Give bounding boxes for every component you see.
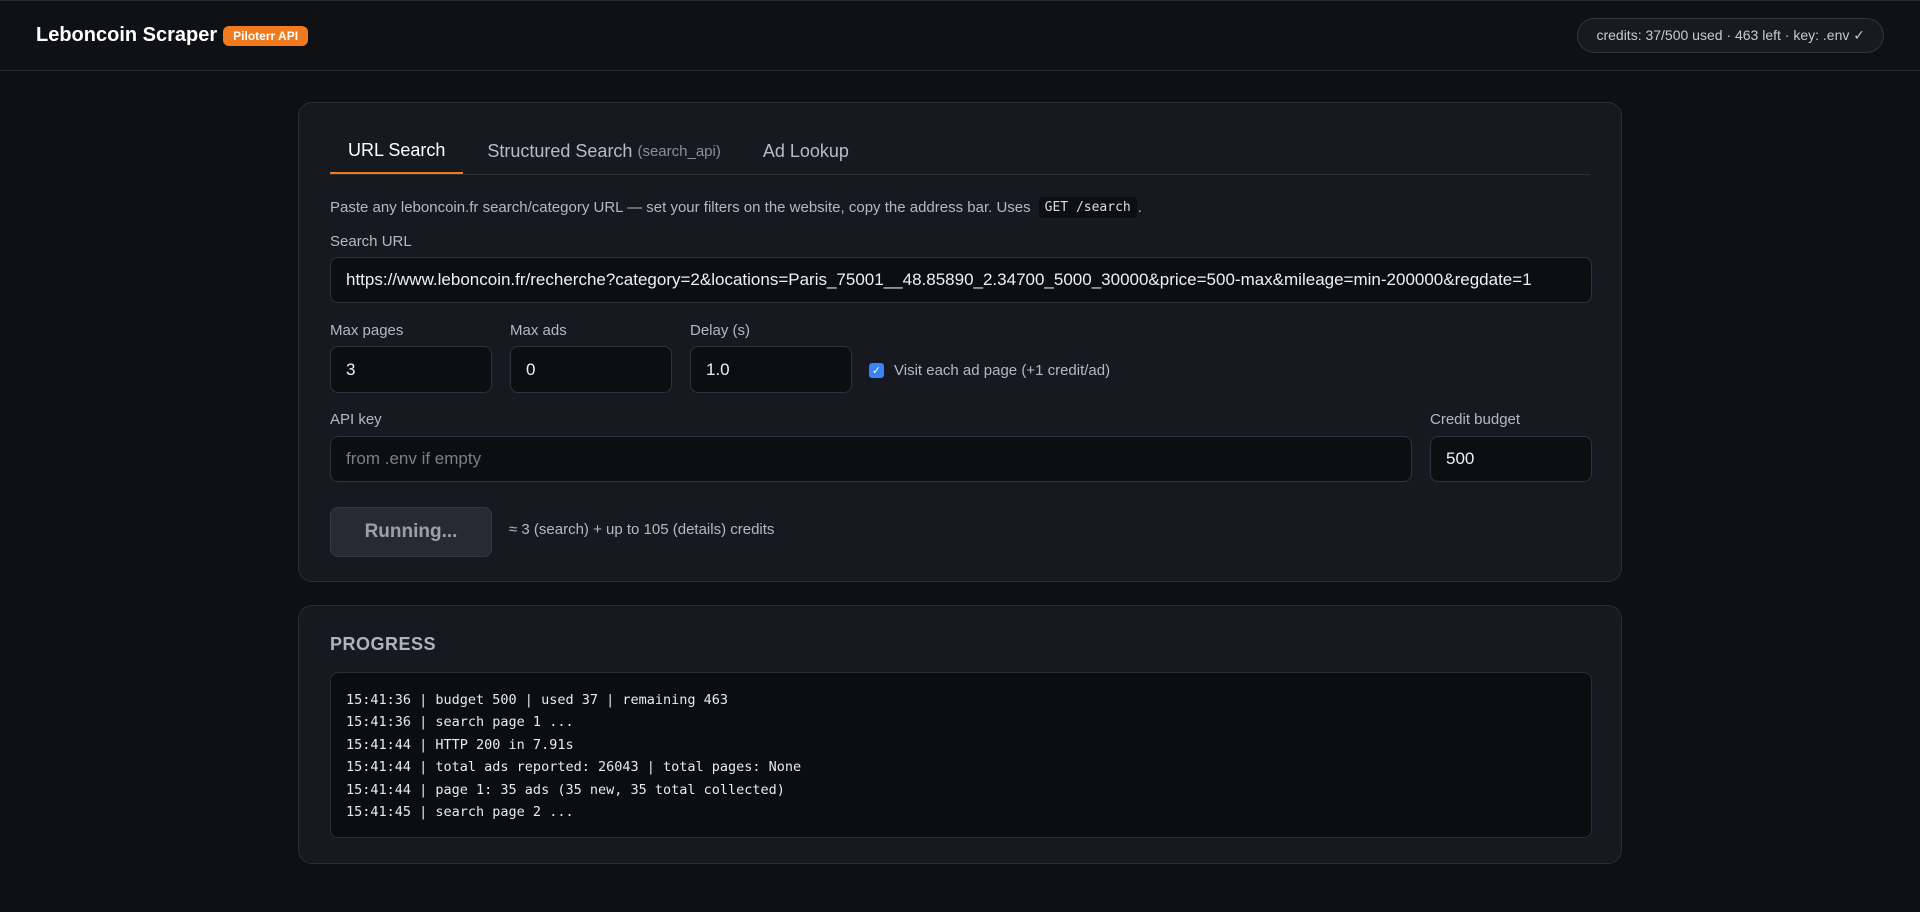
visit-ad-label: Visit each ad page (+1 credit/ad) [894,362,1111,379]
tab-label: Ad Lookup [762,141,849,161]
search-url-input[interactable]: https://www.leboncoin.fr/recherche?categ… [330,257,1592,303]
api-key-placeholder: from .env if empty [346,449,482,468]
visit-ad-checkbox[interactable]: ✓ [869,363,884,378]
tab-bar: URL Search Structured Search (search_api… [330,129,1590,175]
run-button[interactable]: Running... [330,507,492,557]
delay-label: Delay (s) [690,322,751,339]
tab-url-search[interactable]: URL Search [330,129,464,174]
credit-budget-input[interactable]: 500 [1430,436,1592,482]
search-url-label: Search URL [330,233,412,250]
credits-status: credits: 37/500 used · 463 left · key: .… [1577,18,1884,53]
log-line: 15:41:44 | HTTP 200 in 7.91s [346,736,574,753]
api-badge: Piloterr API [223,25,309,46]
log-line: 15:41:45 | search page 2 ... [346,804,574,821]
max-pages-input[interactable]: 3 [330,346,492,393]
progress-title: PROGRESS [330,634,437,654]
checkmark-icon: ✓ [871,365,882,377]
run-button-label: Running... [364,521,458,542]
visit-ad-option: ✓ Visit each ad page (+1 credit/ad) [869,362,1110,379]
log-line: 15:41:44 | page 1: 35 ads (35 new, 35 to… [346,781,785,798]
max-pages-label: Max pages [330,322,404,339]
max-ads-value: 0 [526,359,536,379]
log-line: 15:41:36 | budget 500 | used 37 | remain… [346,692,729,708]
top-bar: Leboncoin Scraper Piloterr API credits: … [0,0,1920,71]
max-ads-label: Max ads [510,322,567,339]
max-pages-value: 3 [346,359,356,379]
search-url-value: https://www.leboncoin.fr/recherche?categ… [346,270,1532,289]
log-line: 15:41:44 | total ads reported: 26043 | t… [346,759,802,776]
log-line: 15:41:36 | search page 1 ... [346,714,574,731]
progress-log: 15:41:36 | budget 500 | used 37 | remain… [330,672,1592,838]
tab-hint: (search_api) [637,143,721,160]
progress-card: PROGRESS 15:41:36 | budget 500 | used 37… [298,605,1622,864]
description: Paste any leboncoin.fr search/category U… [330,197,1590,218]
api-key-input[interactable]: from .env if empty [330,436,1412,482]
brand: Leboncoin Scraper Piloterr API [36,24,309,47]
tab-structured-search[interactable]: Structured Search (search_api) [469,129,738,174]
delay-input[interactable]: 1.0 [690,346,852,393]
tab-label: Structured Search [487,141,633,161]
api-key-label: API key [330,411,382,428]
tab-label: URL Search [348,140,446,160]
app-title: Leboncoin Scraper [36,24,218,46]
endpoint-code: GET /search [1038,197,1137,218]
description-text: Paste any leboncoin.fr search/category U… [330,199,1031,216]
credit-budget-label: Credit budget [1430,411,1521,428]
credit-budget-value: 500 [1446,449,1475,468]
tab-ad-lookup[interactable]: Ad Lookup [745,129,867,174]
credit-estimate: ≈ 3 (search) + up to 105 (details) credi… [509,521,775,538]
description-suffix: . [1137,199,1142,216]
delay-value: 1.0 [706,359,730,379]
search-card: URL Search Structured Search (search_api… [298,102,1622,582]
max-ads-input[interactable]: 0 [510,346,672,393]
